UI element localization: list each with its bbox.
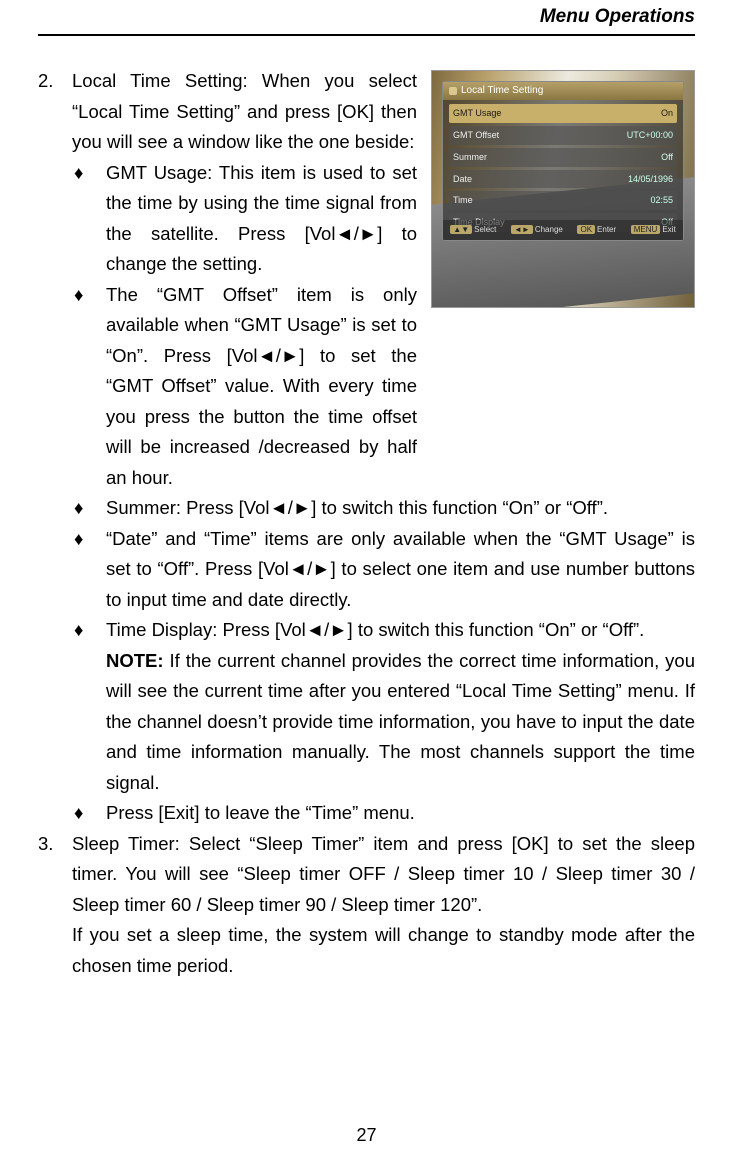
screenshot-figure: Local Time Setting GMT UsageOn GMT Offse…: [431, 70, 695, 308]
setting-row-date: Date14/05/1996: [449, 170, 677, 189]
setting-row-time: Time02:55: [449, 191, 677, 210]
diamond-icon: ♦: [72, 493, 106, 524]
dialog-footer: ▲▼Select ◄►Change OKEnter MENUExit: [443, 220, 683, 240]
content: 2. Local Time Setting: [38, 66, 695, 981]
diamond-icon: ♦: [72, 798, 106, 829]
diamond-icon: ♦: [72, 524, 106, 616]
setting-row-summer: SummerOff: [449, 148, 677, 167]
page-number: 27: [0, 1125, 733, 1146]
list-item-2: 2. Local Time Setting: [38, 66, 695, 829]
diamond-icon: ♦: [72, 158, 106, 280]
list-number: 3.: [38, 829, 72, 982]
list-number: 2.: [38, 66, 72, 829]
bullet-summer: ♦ Summer: Press [Vol◄/►] to switch this …: [72, 493, 695, 524]
bullet-date-time: ♦ “Date” and “Time” items are only avail…: [72, 524, 695, 616]
item3-para2: If you set a sleep time, the system will…: [72, 920, 695, 981]
bullet-gmt-offset: ♦ The “GMT Offset” item is only availabl…: [72, 280, 417, 494]
note-label: NOTE:: [106, 650, 164, 671]
bullet-gmt-usage: ♦ GMT Usage: This item is used to set th…: [72, 158, 417, 280]
item3-para1: Sleep Timer: Select “Sleep Timer” item a…: [72, 829, 695, 921]
note-body: If the current channel provides the corr…: [106, 650, 695, 793]
diamond-icon: ♦: [72, 280, 106, 494]
time-display-text: Time Display: Press [Vol◄/►] to switch t…: [106, 619, 644, 640]
list-item-3: 3. Sleep Timer: Select “Sleep Timer” ite…: [38, 829, 695, 982]
setting-row-gmt-usage: GMT UsageOn: [449, 104, 677, 123]
bullet-exit: ♦ Press [Exit] to leave the “Time” menu.: [72, 798, 695, 829]
dialog-title: Local Time Setting: [461, 83, 543, 100]
page-header: Menu Operations: [38, 0, 695, 36]
window-icon: [449, 87, 457, 95]
header-title: Menu Operations: [540, 6, 695, 27]
diamond-icon: ♦: [72, 615, 106, 798]
setting-row-gmt-offset: GMT OffsetUTC+00:00: [449, 126, 677, 145]
bullet-time-display: ♦ Time Display: Press [Vol◄/►] to switch…: [72, 615, 695, 798]
